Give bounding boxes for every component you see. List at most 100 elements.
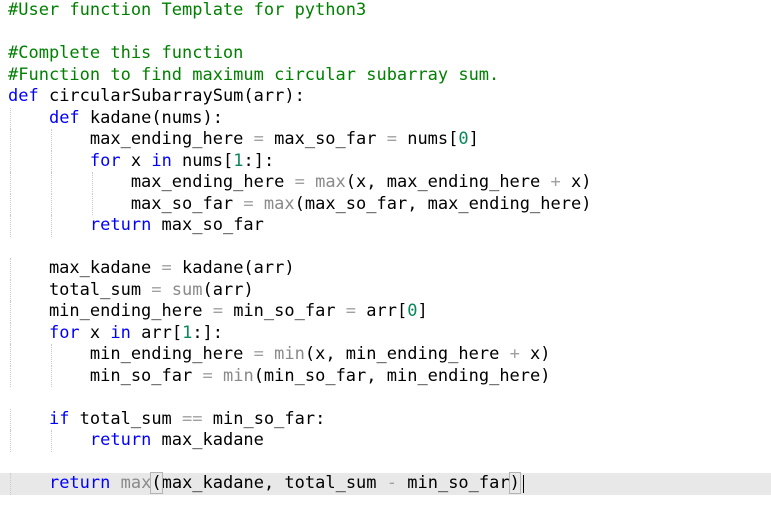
code-token: x) [519,344,551,364]
code-line[interactable]: total_sum = sum(arr) [0,279,771,302]
code-text: max_kadane = kadane(arr) [8,258,295,280]
code-token: x [120,150,152,171]
code-text: def circularSubarraySum(arr): [8,86,305,108]
number-token: 0 [407,301,418,321]
code-text: total_sum = sum(arr) [8,280,254,302]
operator-token: = [253,344,264,364]
code-text: max_so_far = max(max_so_far, max_ending_… [8,193,592,216]
keyword-token: for [89,150,121,171]
keyword-token: return [89,215,152,235]
code-line[interactable]: min_so_far = min(min_so_far, min_ending_… [0,365,771,388]
code-line[interactable] [0,22,771,44]
code-text: min_ending_here = min(x, min_ending_here… [8,344,551,366]
code-line[interactable]: #Complete this function [0,43,771,65]
keyword-token: in [110,322,131,343]
comment-token: #Complete this function [8,43,244,63]
code-token: max_so_far [151,215,264,235]
code-token: max_ending_here [8,129,254,149]
builtin-token: min [274,344,305,364]
comment-token: #Function to find maximum circular subar… [8,64,500,85]
code-token: :]: [243,150,275,171]
operator-token: = [202,365,213,386]
number-token: 0 [458,129,469,149]
code-token: (x, min_ending_here [304,344,510,364]
builtin-token: sum [171,279,203,300]
code-line[interactable] [0,237,771,259]
operator-token: = [253,129,264,149]
builtin-token: max [120,473,152,493]
code-line[interactable]: return max_kadane [0,430,771,452]
code-token: (max_so_far, max_ending_here) [294,193,592,214]
code-text: for x in arr[1:]: [8,323,223,345]
code-text: return max_kadane [8,430,264,452]
code-editor[interactable]: #User function Template for python3 #Comp… [0,0,771,519]
code-text: min_so_far = min(min_so_far, min_ending_… [8,366,551,388]
operator-token: = [386,129,397,149]
code-token: max_kadane [151,430,264,450]
matching-paren: ( [150,472,163,494]
operator-token: = [151,279,162,300]
number-token: 1 [182,322,193,343]
operator-token: + [509,344,520,364]
keyword-token: if [48,408,70,429]
code-token: nums[ [171,150,234,171]
code-line[interactable]: min_ending_here = min_so_far = arr[0] [0,301,771,323]
code-line[interactable]: max_ending_here = max(x, max_ending_here… [0,172,771,194]
matching-paren: ) [508,472,521,494]
code-token: circularSubarraySum(arr): [38,86,305,106]
builtin-token: max [315,172,346,192]
code-token: ] [468,129,479,149]
code-line[interactable]: def kadane(nums): [0,107,771,129]
code-line[interactable]: return max_so_far [0,215,771,237]
code-token: total_sum [69,408,183,429]
operator-token: - [386,473,398,493]
code-text: return max_so_far [8,215,264,237]
code-line[interactable]: def circularSubarraySum(arr): [0,86,771,108]
code-token: min_so_far: [202,408,326,429]
code-line[interactable]: if total_sum == min_so_far: [0,408,771,431]
keyword-token: in [151,150,172,171]
operator-token: = [212,301,223,321]
code-line[interactable]: max_ending_here = max_so_far = nums[0] [0,129,771,151]
code-line[interactable] [0,452,771,474]
code-token: (arr) [202,279,254,300]
operator-token: = [294,172,305,192]
code-line[interactable]: min_ending_here = min(x, min_ending_here… [0,344,771,366]
keyword-token: def [8,86,39,106]
code-line[interactable]: for x in nums[1:]: [0,150,771,172]
operator-token: = [161,258,172,278]
code-line[interactable] [0,387,771,409]
keyword-token: def [48,107,80,128]
code-line[interactable]: #Function to find maximum circular subar… [0,65,771,87]
code-token: min_so_far [222,301,346,321]
code-line[interactable]: #User function Template for python3 [0,0,771,22]
code-text: if total_sum == min_so_far: [8,409,325,431]
comment-token: #User function Template for python3 [8,0,367,20]
code-text: max_ending_here = max(x, max_ending_here… [8,172,592,194]
code-token: min_ending_here [8,301,213,321]
code-token: kadane(nums): [79,107,223,128]
code-token: arr[ [130,322,183,343]
operator-token: = [345,301,357,321]
code-line[interactable]: return max(max_kadane, total_sum - min_s… [0,472,771,495]
code-line[interactable]: max_kadane = kadane(arr) [0,258,771,280]
builtin-token: max [263,193,295,214]
code-line[interactable]: for x in arr[1:]: [0,322,771,345]
code-line[interactable]: max_so_far = max(max_so_far, max_ending_… [0,193,771,216]
code-text: #Complete this function [8,43,243,65]
code-token: min_ending_here [8,344,254,364]
code-token: (min_so_far, min_ending_here) [253,365,551,386]
code-text: return max(max_kadane, total_sum - min_s… [8,472,521,495]
code-token: max_so_far [8,193,244,214]
